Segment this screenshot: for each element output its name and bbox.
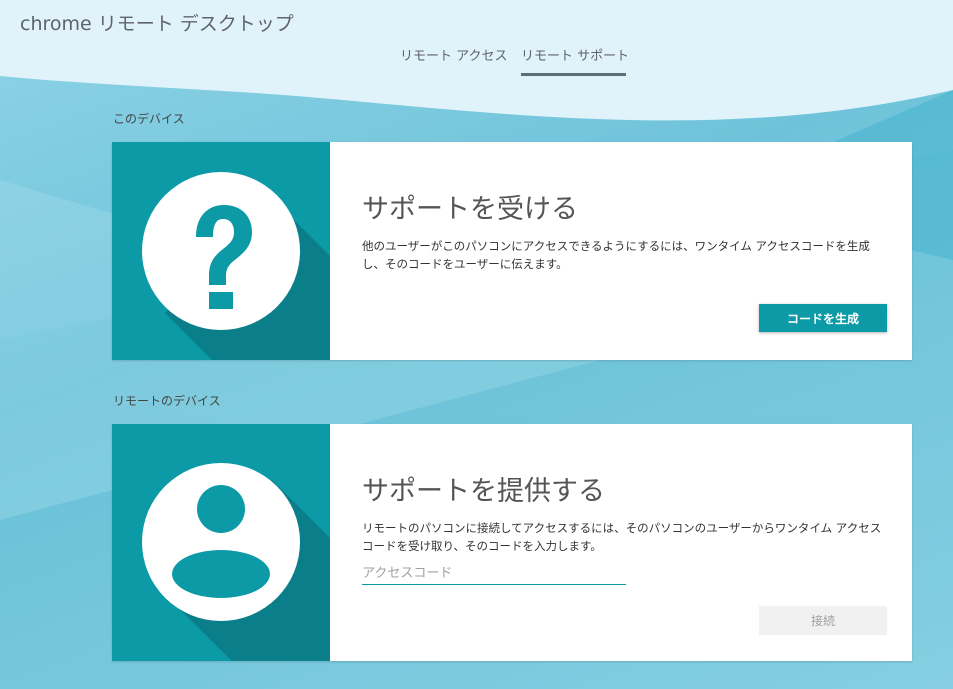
card-art-get-support	[112, 142, 330, 360]
card-body-get-support: サポートを受ける 他のユーザーがこのパソコンにアクセスできるようにするには、ワン…	[362, 142, 887, 360]
brand-name: chrome	[20, 13, 92, 35]
generate-code-button[interactable]: コードを生成	[759, 304, 887, 332]
card-get-support: サポートを受ける 他のユーザーがこのパソコンにアクセスできるようにするには、ワン…	[112, 142, 912, 360]
card-art-give-support	[112, 424, 330, 661]
help-circle-icon	[142, 172, 330, 360]
tab-remote-access[interactable]: リモート アクセス	[400, 46, 507, 76]
card-heading-get-support: サポートを受ける	[362, 194, 578, 225]
card-give-support: サポートを提供する リモートのパソコンに接続してアクセスするには、そのパソコンの…	[112, 424, 912, 661]
user-avatar-icon	[142, 463, 330, 661]
app-title: chrome リモート デスクトップ	[20, 9, 294, 36]
access-code-input[interactable]	[362, 562, 626, 585]
tab-remote-support[interactable]: リモート サポート	[521, 46, 630, 76]
card-heading-give-support: サポートを提供する	[362, 476, 605, 507]
card-body-give-support: サポートを提供する リモートのパソコンに接続してアクセスするには、そのパソコンの…	[362, 424, 887, 661]
card-description-get-support: 他のユーザーがこのパソコンにアクセスできるようにするには、ワンタイム アクセスコ…	[362, 239, 870, 271]
tab-remote-support-label: リモート サポート	[521, 49, 630, 64]
section-label-this-device: このデバイス	[113, 112, 185, 126]
app-name: リモート デスクトップ	[97, 13, 294, 35]
connect-button[interactable]: 接続	[759, 606, 887, 635]
section-label-remote-device: リモートのデバイス	[113, 394, 221, 408]
tab-remote-access-label: リモート アクセス	[400, 49, 508, 64]
card-description-give-support: リモートのパソコンに接続してアクセスするには、そのパソコンのユーザーからワンタイ…	[362, 521, 882, 553]
active-tab-indicator	[521, 73, 626, 76]
tab-bar: リモート アクセス リモート サポート	[0, 46, 953, 76]
